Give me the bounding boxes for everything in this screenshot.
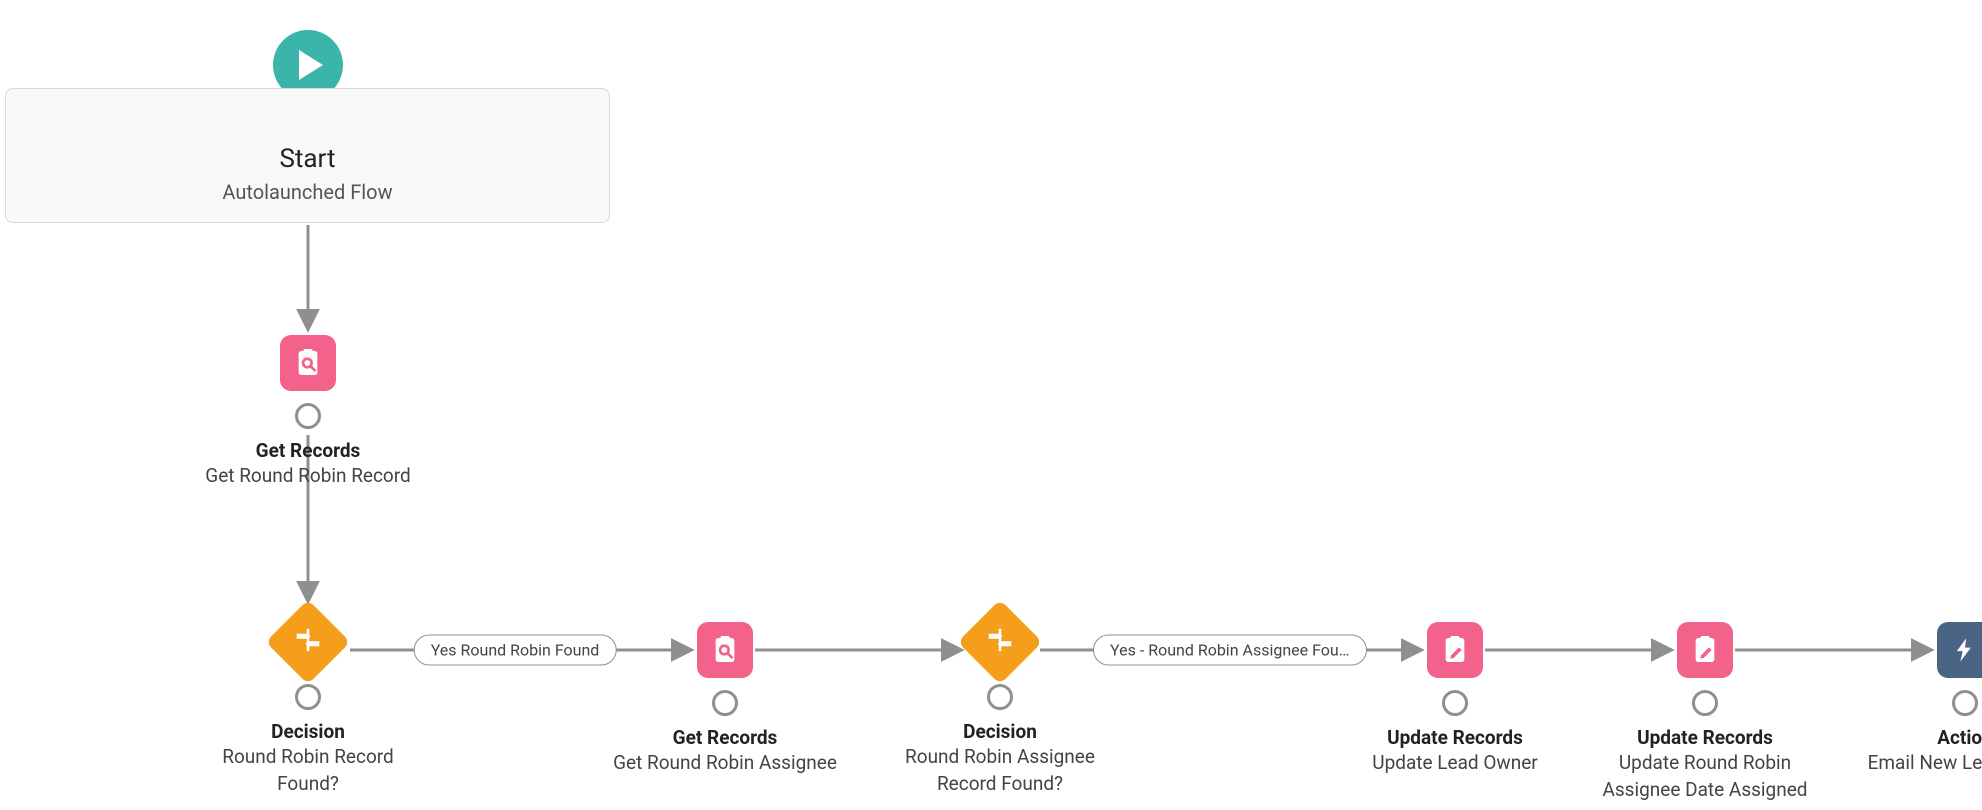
action-icon <box>1937 622 1982 678</box>
decision-icon <box>266 600 351 685</box>
start-title: Start <box>6 144 609 174</box>
flow-canvas[interactable]: Start Autolaunched Flow Get Records Get … <box>0 0 1982 810</box>
clipboard-edit-icon <box>1689 634 1721 666</box>
clipboard-search-icon <box>709 634 741 666</box>
signpost-icon <box>293 625 323 655</box>
node-name-label-l1: Update Round Robin <box>1565 751 1845 776</box>
get-records-node-1[interactable]: Get Records Get Round Robin Record <box>148 335 468 489</box>
action-node[interactable]: Action Email New Lead Owner <box>1825 622 1982 776</box>
node-type-label: Decision <box>178 720 438 743</box>
node-name-label: Email New Lead Owner <box>1825 751 1982 776</box>
node-name-label-l2: Assignee Date Assigned <box>1565 778 1845 803</box>
node-name-label: Get Round Robin Record <box>148 464 468 489</box>
node-type-label: Get Records <box>148 439 468 462</box>
decision-icon <box>958 600 1043 685</box>
node-type-label: Update Records <box>1325 726 1585 749</box>
start-subtitle: Autolaunched Flow <box>6 180 609 204</box>
node-name-label-l1: Round Robin Assignee <box>860 745 1140 770</box>
node-type-label: Action <box>1825 726 1982 749</box>
get-records-node-2[interactable]: Get Records Get Round Robin Assignee <box>565 622 885 776</box>
update-records-node-2[interactable]: Update Records Update Round Robin Assign… <box>1565 622 1845 802</box>
connector-ring[interactable] <box>295 684 321 710</box>
node-type-label: Update Records <box>1565 726 1845 749</box>
update-records-icon <box>1677 622 1733 678</box>
node-name-label-l1: Round Robin Record <box>178 745 438 770</box>
get-records-icon <box>280 335 336 391</box>
connector-ring[interactable] <box>1692 690 1718 716</box>
start-node[interactable]: Start Autolaunched Flow <box>5 88 610 223</box>
clipboard-edit-icon <box>1439 634 1471 666</box>
lightning-icon <box>1951 636 1979 664</box>
update-records-node-1[interactable]: Update Records Update Lead Owner <box>1325 622 1585 776</box>
connector-ring[interactable] <box>712 690 738 716</box>
node-type-label: Decision <box>860 720 1140 743</box>
node-name-label-l2: Found? <box>178 772 438 797</box>
clipboard-search-icon <box>292 347 324 379</box>
play-icon <box>299 50 323 80</box>
connector-ring[interactable] <box>1952 690 1978 716</box>
get-records-icon <box>697 622 753 678</box>
signpost-icon <box>985 625 1015 655</box>
connector-ring[interactable] <box>295 403 321 429</box>
update-records-icon <box>1427 622 1483 678</box>
node-type-label: Get Records <box>565 726 885 749</box>
node-name-label: Get Round Robin Assignee <box>565 751 885 776</box>
decision-node-1[interactable]: Decision Round Robin Record Found? <box>178 612 438 796</box>
node-name-label: Update Lead Owner <box>1325 751 1585 776</box>
node-name-label-l2: Record Found? <box>860 772 1140 797</box>
connector-ring[interactable] <box>1442 690 1468 716</box>
connector-ring[interactable] <box>987 684 1013 710</box>
